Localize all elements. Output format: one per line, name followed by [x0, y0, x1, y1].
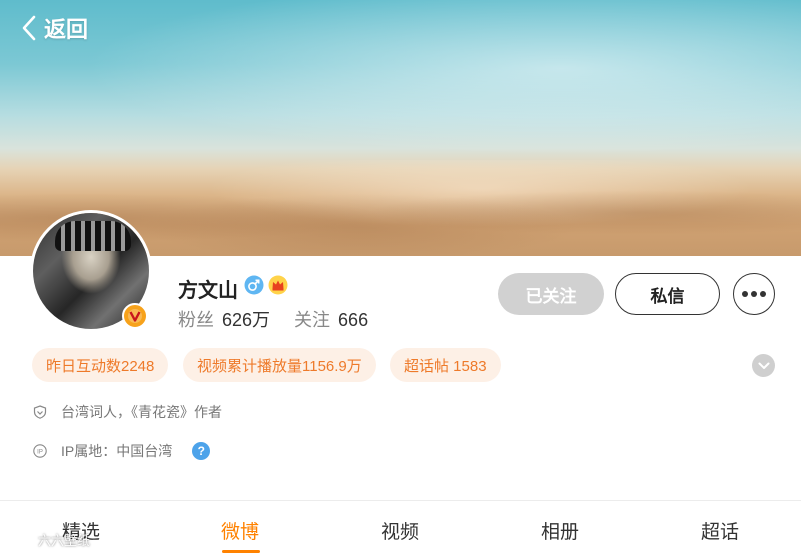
male-icon	[244, 275, 264, 295]
tab-videos[interactable]: 视频	[381, 517, 419, 544]
active-tab-indicator	[222, 550, 260, 553]
crown-icon	[268, 275, 288, 295]
followers-count[interactable]: 626万	[222, 306, 270, 332]
followers-label: 粉丝	[178, 310, 214, 330]
tab-weibo[interactable]: 微博	[221, 517, 259, 544]
more-button[interactable]	[733, 273, 775, 315]
tab-albums[interactable]: 相册	[541, 517, 579, 544]
profile-tabs: 精选 微博 视频 相册 超话	[0, 501, 801, 558]
verified-v-badge-icon	[122, 303, 148, 329]
watermark-text: 六六壁纸	[38, 533, 91, 548]
watermark-logo-icon	[7, 532, 31, 547]
ip-icon: IP	[33, 444, 47, 458]
description-row: 台湾词人，《青花瓷》作者	[33, 402, 222, 422]
profile-name: 方文山	[178, 280, 238, 302]
profile-stats: 粉丝 626万 关注 666	[178, 306, 392, 332]
back-label: 返回	[44, 17, 89, 42]
tab-super-topic[interactable]: 超话	[701, 517, 739, 544]
v-icon	[128, 309, 142, 323]
shield-icon	[33, 405, 47, 419]
ip-location-text: IP属地：中国台湾	[61, 443, 173, 459]
svg-text:IP: IP	[37, 450, 43, 456]
sky-haze	[0, 0, 801, 170]
chevron-down-icon[interactable]	[752, 354, 775, 377]
followed-button[interactable]: 已关注	[498, 273, 604, 315]
watermark: 六六壁纸	[6, 530, 90, 549]
more-dots-icon	[742, 291, 766, 297]
tag-super-topic-posts[interactable]: 超话帖 1583	[390, 348, 501, 382]
back-button[interactable]: 返回	[20, 14, 88, 42]
tag-video-plays[interactable]: 视频累计播放量1156.9万	[183, 348, 376, 382]
following-label: 关注	[294, 310, 331, 330]
message-button[interactable]: 私信	[615, 273, 720, 315]
avatar-cap-pattern	[55, 221, 131, 251]
description-text: 台湾词人，《青花瓷》作者	[61, 404, 222, 420]
chevron-left-icon	[22, 15, 36, 41]
ip-location-row: IP IP属地：中国台湾 ?	[33, 441, 211, 461]
tag-interactions[interactable]: 昨日互动数2248	[32, 348, 169, 382]
following-count[interactable]: 666	[338, 310, 368, 331]
help-icon[interactable]: ?	[192, 442, 211, 460]
